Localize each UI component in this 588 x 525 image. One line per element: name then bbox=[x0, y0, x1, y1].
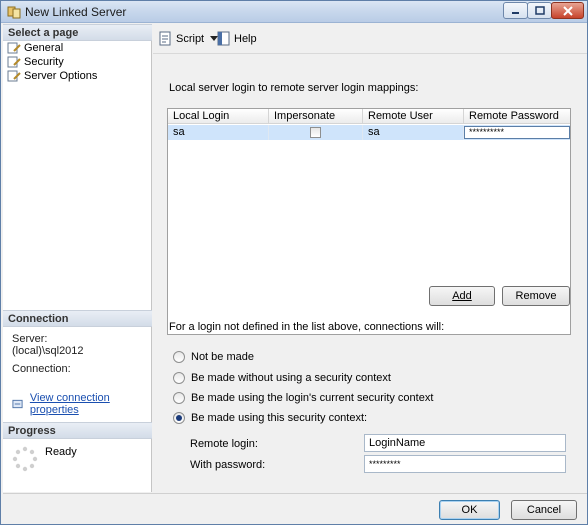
option-label: Not be made bbox=[191, 351, 254, 363]
add-button[interactable]: Add bbox=[429, 286, 495, 306]
remove-button[interactable]: Remove bbox=[502, 286, 570, 306]
remote-login-input[interactable]: LoginName bbox=[364, 434, 566, 452]
connection-properties-icon bbox=[12, 399, 23, 409]
impersonate-checkbox[interactable] bbox=[310, 127, 321, 138]
cancel-label: Cancel bbox=[526, 504, 562, 516]
with-password-input[interactable]: ********* bbox=[364, 455, 566, 473]
remote-login-label: Remote login: bbox=[190, 438, 258, 450]
server-label: Server: bbox=[12, 333, 48, 345]
option-without-security-context[interactable]: Be made without using a security context bbox=[173, 372, 391, 384]
progress-header: Progress bbox=[3, 422, 152, 439]
not-defined-label: For a login not defined in the list abov… bbox=[169, 321, 445, 333]
ok-label: OK bbox=[461, 504, 478, 516]
page-item-label: General bbox=[24, 42, 64, 54]
column-header[interactable]: Local Login bbox=[168, 109, 269, 124]
connection-label: Connection: bbox=[12, 363, 71, 375]
window-title: New Linked Server bbox=[25, 5, 127, 19]
title-bar[interactable]: New Linked Server bbox=[1, 1, 587, 23]
option-label: Be made using the login's current securi… bbox=[191, 392, 434, 404]
help-label: Help bbox=[234, 32, 257, 45]
grid-header: Local Login Impersonate Remote User Remo… bbox=[168, 109, 570, 124]
remote-user-cell[interactable]: sa bbox=[363, 125, 464, 140]
toolbar: Script Help bbox=[153, 24, 587, 54]
impersonate-cell bbox=[269, 125, 363, 140]
page-item-label: Security bbox=[24, 56, 64, 68]
page-item-server-options[interactable]: Server Options bbox=[7, 69, 97, 83]
script-button[interactable]: Script bbox=[158, 31, 219, 46]
progress-status: Ready bbox=[45, 446, 77, 458]
view-connection-properties[interactable]: View connection properties bbox=[12, 392, 151, 416]
maximize-icon bbox=[534, 6, 545, 15]
security-page: Local server login to remote server logi… bbox=[153, 55, 587, 492]
linked-server-icon bbox=[7, 6, 21, 19]
close-button[interactable] bbox=[551, 2, 584, 19]
page-item-general[interactable]: General bbox=[7, 41, 63, 55]
left-pane: Select a page General Security Server Op… bbox=[3, 24, 152, 492]
ok-button[interactable]: OK bbox=[439, 500, 500, 520]
remove-label: Remove bbox=[515, 290, 557, 302]
mappings-label: Local server login to remote server logi… bbox=[169, 82, 419, 94]
wrench-page-icon bbox=[7, 70, 21, 82]
close-icon bbox=[562, 5, 573, 16]
option-this-security-context[interactable]: Be made using this security context: bbox=[173, 412, 367, 424]
new-linked-server-dialog: New Linked Server Select a page General … bbox=[0, 0, 588, 525]
option-current-security-context[interactable]: Be made using the login's current securi… bbox=[173, 392, 433, 404]
minimize-button[interactable] bbox=[503, 2, 528, 19]
view-connection-link[interactable]: View connection properties bbox=[30, 392, 151, 416]
option-not-be-made[interactable]: Not be made bbox=[173, 351, 254, 363]
help-icon bbox=[217, 31, 230, 46]
table-row[interactable]: sa sa ********** bbox=[168, 125, 570, 140]
radio-button[interactable] bbox=[173, 372, 185, 384]
radio-button[interactable] bbox=[173, 392, 185, 404]
wrench-page-icon bbox=[7, 42, 21, 54]
add-label: Add bbox=[452, 290, 472, 302]
remote-password-cell[interactable]: ********** bbox=[464, 126, 570, 139]
column-header[interactable]: Impersonate bbox=[269, 109, 363, 124]
help-button[interactable]: Help bbox=[217, 31, 257, 46]
script-icon bbox=[159, 31, 171, 46]
radio-button-selected[interactable] bbox=[173, 412, 185, 424]
server-value: (local)\sql2012 bbox=[12, 345, 84, 357]
cancel-button[interactable]: Cancel bbox=[511, 500, 577, 520]
wrench-page-icon bbox=[7, 56, 21, 68]
page-item-label: Server Options bbox=[24, 70, 98, 82]
option-label: Be made using this security context: bbox=[191, 412, 368, 424]
connection-header: Connection bbox=[3, 310, 152, 327]
radio-button[interactable] bbox=[173, 351, 185, 363]
column-header[interactable]: Remote User bbox=[363, 109, 464, 124]
select-page-header: Select a page bbox=[3, 24, 152, 41]
script-label: Script bbox=[176, 32, 205, 45]
radio-dot-icon bbox=[176, 415, 182, 421]
maximize-button[interactable] bbox=[527, 2, 552, 19]
minimize-icon bbox=[512, 12, 519, 14]
column-header[interactable]: Remote Password bbox=[464, 109, 570, 124]
with-password-label: With password: bbox=[190, 459, 266, 471]
local-login-cell[interactable]: sa bbox=[168, 125, 269, 140]
progress-spinner-icon bbox=[12, 446, 38, 472]
page-item-security[interactable]: Security bbox=[7, 55, 64, 69]
dialog-footer: OK Cancel bbox=[3, 493, 587, 524]
option-label: Be made without using a security context bbox=[191, 372, 391, 384]
